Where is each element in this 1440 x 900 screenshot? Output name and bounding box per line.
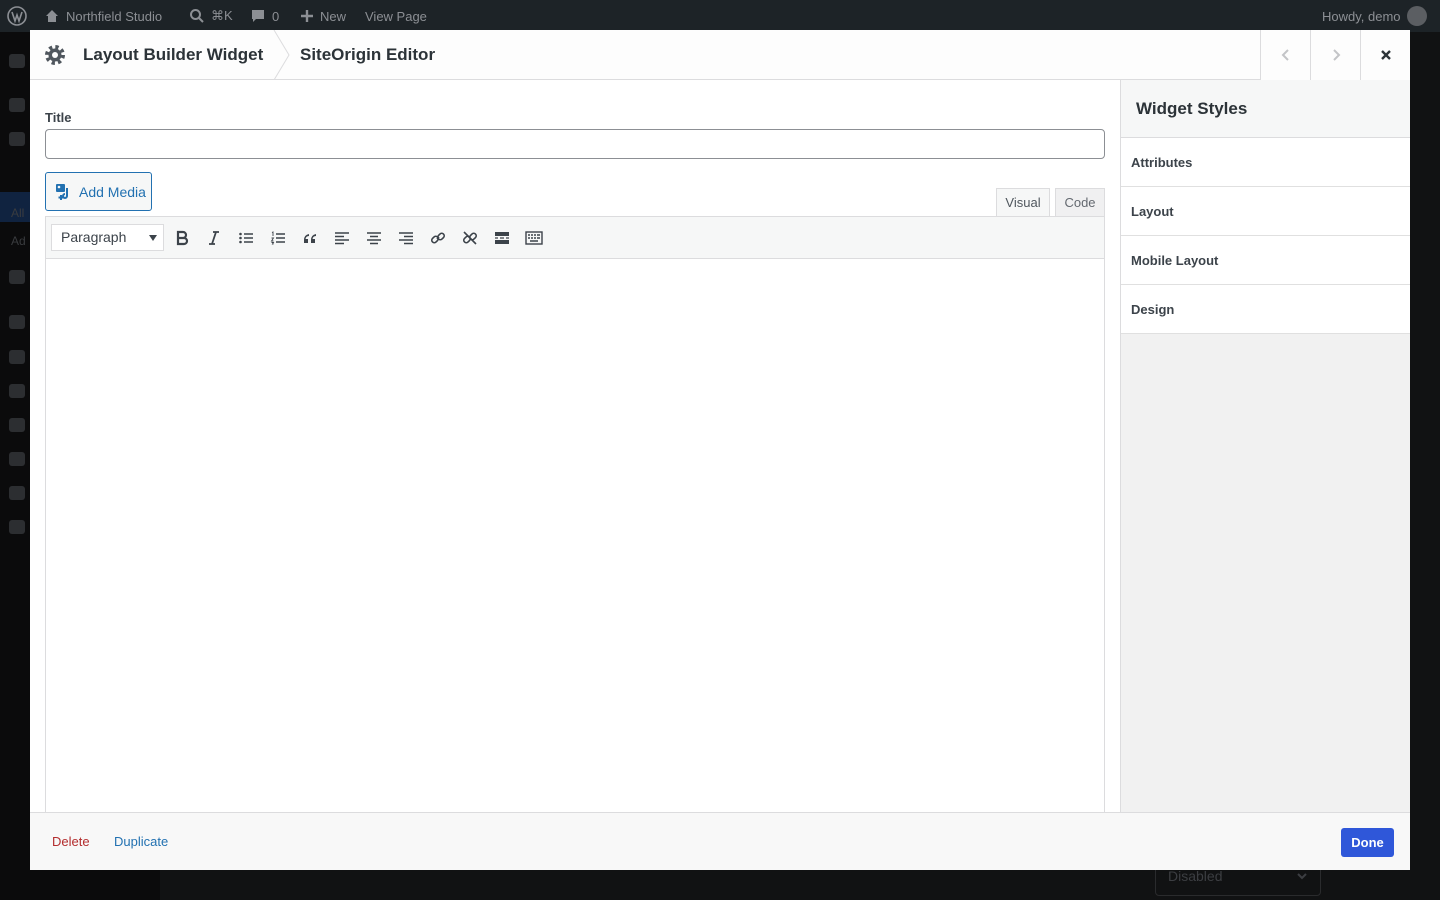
duplicate-link[interactable]: Duplicate bbox=[114, 834, 168, 849]
widget-styles-heading: Widget Styles bbox=[1121, 80, 1410, 138]
posts-icon bbox=[9, 98, 25, 112]
background-select-value: Disabled bbox=[1168, 868, 1223, 884]
dialog-subtitle: SiteOrigin Editor bbox=[300, 45, 436, 64]
breadcrumb-separator bbox=[273, 30, 290, 80]
site-name: Northfield Studio bbox=[66, 8, 163, 24]
align-left-button[interactable] bbox=[330, 226, 354, 250]
blockquote-button[interactable] bbox=[298, 226, 322, 250]
dialog-title: Layout Builder Widget bbox=[83, 45, 264, 64]
submenu-add-page: Ad bbox=[11, 234, 26, 248]
chevron-down-icon bbox=[1297, 873, 1307, 880]
view-page-label: View Page bbox=[365, 8, 427, 24]
delete-link[interactable]: Delete bbox=[52, 834, 90, 849]
unlink-icon bbox=[462, 231, 478, 245]
site-name-link[interactable]: Northfield Studio bbox=[44, 0, 162, 32]
search-icon bbox=[190, 9, 204, 23]
italic-button[interactable] bbox=[202, 226, 226, 250]
toolbar-toggle-button[interactable] bbox=[522, 226, 546, 250]
avatar bbox=[1406, 6, 1427, 26]
numbered-list-button[interactable] bbox=[266, 226, 290, 250]
bullet-list-icon bbox=[239, 232, 253, 244]
bullet-list-button[interactable] bbox=[234, 226, 258, 250]
comments-link[interactable]: 0 bbox=[250, 0, 279, 32]
account-menu[interactable]: Howdy, demo bbox=[1322, 0, 1427, 32]
comments-count: 0 bbox=[272, 8, 280, 24]
submenu-all-pages: All bbox=[11, 206, 25, 220]
link-icon bbox=[430, 232, 446, 244]
comments-menu-icon bbox=[9, 270, 25, 284]
tools-icon bbox=[9, 452, 25, 466]
close-icon bbox=[1380, 50, 1391, 60]
format-select[interactable]: Paragraph bbox=[51, 224, 164, 251]
command-search[interactable]: ⌘K bbox=[189, 0, 233, 32]
done-button[interactable]: Done bbox=[1341, 828, 1394, 857]
home-icon bbox=[46, 10, 58, 22]
media-icon bbox=[9, 132, 25, 146]
insert-link-button[interactable] bbox=[426, 226, 450, 250]
collapse-icon bbox=[9, 520, 25, 534]
close-dialog-button[interactable] bbox=[1360, 30, 1410, 80]
toolbar-toggle-icon bbox=[525, 231, 543, 245]
greeting: Howdy, demo bbox=[1322, 8, 1401, 24]
add-media-icon bbox=[56, 183, 68, 200]
align-left-icon bbox=[335, 232, 349, 245]
comment-icon bbox=[252, 10, 264, 22]
blockquote-icon bbox=[304, 234, 316, 243]
widget-styles-panel: Widget Styles Attributes Layout Mobile L… bbox=[1120, 80, 1410, 812]
bold-button[interactable] bbox=[170, 226, 194, 250]
layouts-icon bbox=[9, 384, 25, 398]
align-center-icon bbox=[367, 232, 381, 245]
section-attributes[interactable]: Attributes bbox=[1121, 138, 1410, 187]
users-icon bbox=[9, 418, 25, 432]
align-right-button[interactable] bbox=[394, 226, 418, 250]
dialog-footer: Delete Duplicate Done bbox=[30, 812, 1410, 870]
new-content-link[interactable]: New bbox=[300, 0, 346, 32]
next-widget-button[interactable] bbox=[1310, 30, 1360, 80]
editor-content-area[interactable] bbox=[46, 259, 1104, 815]
new-label: New bbox=[320, 8, 347, 24]
section-design[interactable]: Design bbox=[1121, 285, 1410, 334]
previous-widget-button[interactable] bbox=[1260, 30, 1310, 80]
dialog-header: Layout Builder Widget SiteOrigin Editor bbox=[30, 30, 1410, 80]
section-layout[interactable]: Layout bbox=[1121, 187, 1410, 236]
add-media-button[interactable]: Add Media bbox=[45, 172, 152, 211]
align-right-icon bbox=[399, 232, 413, 245]
read-more-button[interactable] bbox=[490, 226, 514, 250]
gear-icon bbox=[45, 45, 65, 65]
dashboard-icon bbox=[9, 54, 25, 68]
tab-visual[interactable]: Visual bbox=[996, 188, 1050, 217]
title-input[interactable] bbox=[45, 129, 1105, 159]
appearance-icon bbox=[9, 315, 25, 329]
italic-icon bbox=[209, 231, 219, 245]
wordpress-logo-icon[interactable] bbox=[7, 0, 27, 32]
rich-text-editor: Paragraph bbox=[45, 216, 1105, 816]
read-more-icon bbox=[495, 232, 509, 244]
editor-toolbar: Paragraph bbox=[46, 217, 1104, 259]
settings-icon bbox=[9, 486, 25, 500]
format-select-value: Paragraph bbox=[61, 229, 127, 245]
widget-form: Title Add Media Visual Code Paragraph bbox=[30, 80, 1120, 816]
add-media-label: Add Media bbox=[79, 183, 146, 200]
align-center-button[interactable] bbox=[362, 226, 386, 250]
caret-down-icon bbox=[149, 235, 157, 241]
admin-bar: Northfield Studio ⌘K 0 New View Page How… bbox=[0, 0, 1440, 32]
chevron-right-icon bbox=[1332, 49, 1340, 61]
plus-icon bbox=[301, 10, 313, 22]
view-page-link[interactable]: View Page bbox=[365, 0, 427, 32]
section-mobile-layout[interactable]: Mobile Layout bbox=[1121, 236, 1410, 285]
title-label: Title bbox=[45, 110, 72, 125]
chevron-left-icon bbox=[1281, 49, 1289, 61]
bold-icon bbox=[176, 230, 189, 246]
numbered-list-icon bbox=[270, 231, 285, 245]
widget-edit-dialog: Layout Builder Widget SiteOrigin Editor … bbox=[30, 30, 1410, 870]
remove-link-button[interactable] bbox=[458, 226, 482, 250]
search-shortcut: ⌘K bbox=[211, 8, 233, 23]
tab-code[interactable]: Code bbox=[1055, 188, 1105, 217]
plugins-icon bbox=[9, 350, 25, 364]
